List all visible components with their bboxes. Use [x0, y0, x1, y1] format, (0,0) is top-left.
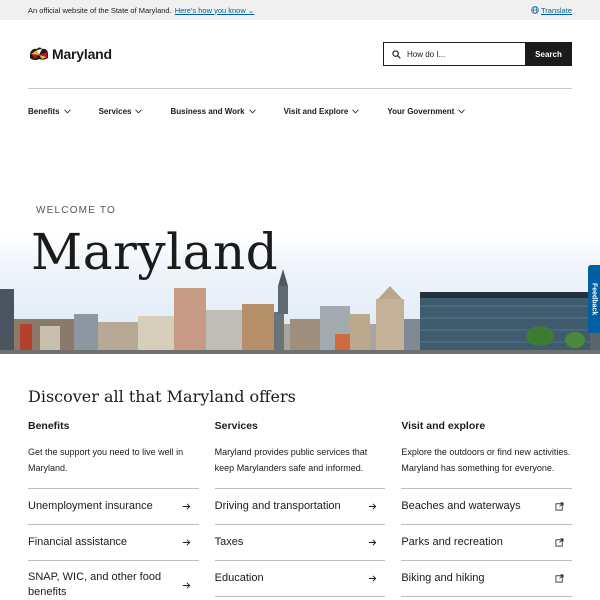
nav-your-government[interactable]: Your Government	[387, 107, 466, 116]
column-description: Explore the outdoors or find new activit…	[401, 447, 571, 473]
feedback-label: Feedback	[590, 282, 598, 316]
link-list: Unemployment insurance Financial assista…	[28, 488, 199, 600]
link-taxes[interactable]: Taxes	[214, 525, 386, 561]
search-button[interactable]: Search	[525, 42, 572, 66]
external-link-icon	[555, 502, 564, 511]
link-food-benefits[interactable]: SNAP, WIC, and other food benefits	[28, 561, 199, 600]
nav-services[interactable]: Services	[99, 107, 143, 116]
official-banner: An official website of the State of Mary…	[0, 0, 600, 20]
main-nav: Benefits Services Business and Work Visi…	[0, 89, 600, 133]
search-field[interactable]	[383, 42, 525, 66]
hero-section: WELCOME TO Maryland	[0, 133, 600, 354]
link-unemployment-insurance[interactable]: Unemployment insurance	[28, 489, 199, 525]
discover-heading: Discover all that Maryland offers	[28, 387, 296, 406]
search-icon	[392, 49, 401, 59]
discover-columns: Benefits Get the support you need to liv…	[28, 420, 573, 600]
link-list: Beaches and waterways Parks and recreati…	[401, 488, 573, 597]
feedback-tab[interactable]: Feedback	[588, 265, 600, 333]
link-driving-and-transportation[interactable]: Driving and transportation	[214, 489, 386, 525]
link-beaches-and-waterways[interactable]: Beaches and waterways	[401, 489, 573, 525]
official-notice: An official website of the State of Mary…	[28, 6, 254, 15]
search-input[interactable]	[407, 49, 517, 59]
arrow-right-icon	[182, 539, 190, 546]
chevron-down-icon	[352, 108, 360, 113]
maryland-logo[interactable]: Maryland	[28, 46, 112, 62]
benefits-column: Benefits Get the support you need to liv…	[28, 420, 199, 600]
column-title: Visit and explore	[401, 420, 486, 432]
arrow-right-icon	[369, 575, 377, 582]
column-description: Maryland provides public services that k…	[214, 447, 368, 473]
chevron-down-icon: ⌄	[247, 5, 255, 15]
chevron-down-icon	[458, 108, 466, 113]
official-text: An official website of the State of Mary…	[28, 5, 172, 15]
link-parks-and-recreation[interactable]: Parks and recreation	[401, 525, 573, 561]
search-form: Search	[383, 42, 572, 66]
arrow-right-icon	[369, 539, 377, 546]
logo-text: Maryland	[52, 46, 112, 62]
link-list: Driving and transportation Taxes Educati…	[214, 488, 386, 597]
chevron-down-icon	[63, 108, 71, 113]
arrow-right-icon	[182, 503, 190, 510]
chevron-down-icon	[135, 108, 143, 113]
hero-eyebrow: WELCOME TO	[36, 205, 116, 216]
link-education[interactable]: Education	[214, 561, 386, 597]
nav-visit-and-explore[interactable]: Visit and Explore	[284, 107, 360, 116]
external-link-icon	[555, 574, 564, 583]
how-you-know-link[interactable]: Here's how you know ⌄	[175, 6, 254, 15]
visit-and-explore-column: Visit and explore Explore the outdoors o…	[401, 420, 573, 600]
arrow-right-icon	[369, 503, 377, 510]
translate-button[interactable]: Translate	[531, 6, 572, 15]
arrow-right-icon	[182, 581, 190, 589]
nav-business-and-work[interactable]: Business and Work	[170, 107, 256, 116]
link-biking-and-hiking[interactable]: Biking and hiking	[401, 561, 573, 597]
site-header: Maryland Search	[0, 20, 600, 88]
baltimore-skyline-image	[0, 269, 600, 354]
link-financial-assistance[interactable]: Financial assistance	[28, 525, 199, 561]
services-column: Services Maryland provides public servic…	[214, 420, 386, 600]
translate-label: Translate	[541, 5, 572, 15]
nav-benefits[interactable]: Benefits	[28, 107, 71, 116]
external-link-icon	[555, 538, 564, 547]
discover-section: Discover all that Maryland offers Benefi…	[0, 354, 600, 600]
column-title: Services	[214, 420, 258, 432]
column-title: Benefits	[28, 420, 70, 432]
maryland-flag-icon	[30, 47, 48, 61]
chevron-down-icon	[248, 108, 256, 113]
column-description: Get the support you need to live well in…	[28, 447, 184, 473]
globe-icon	[531, 6, 539, 14]
